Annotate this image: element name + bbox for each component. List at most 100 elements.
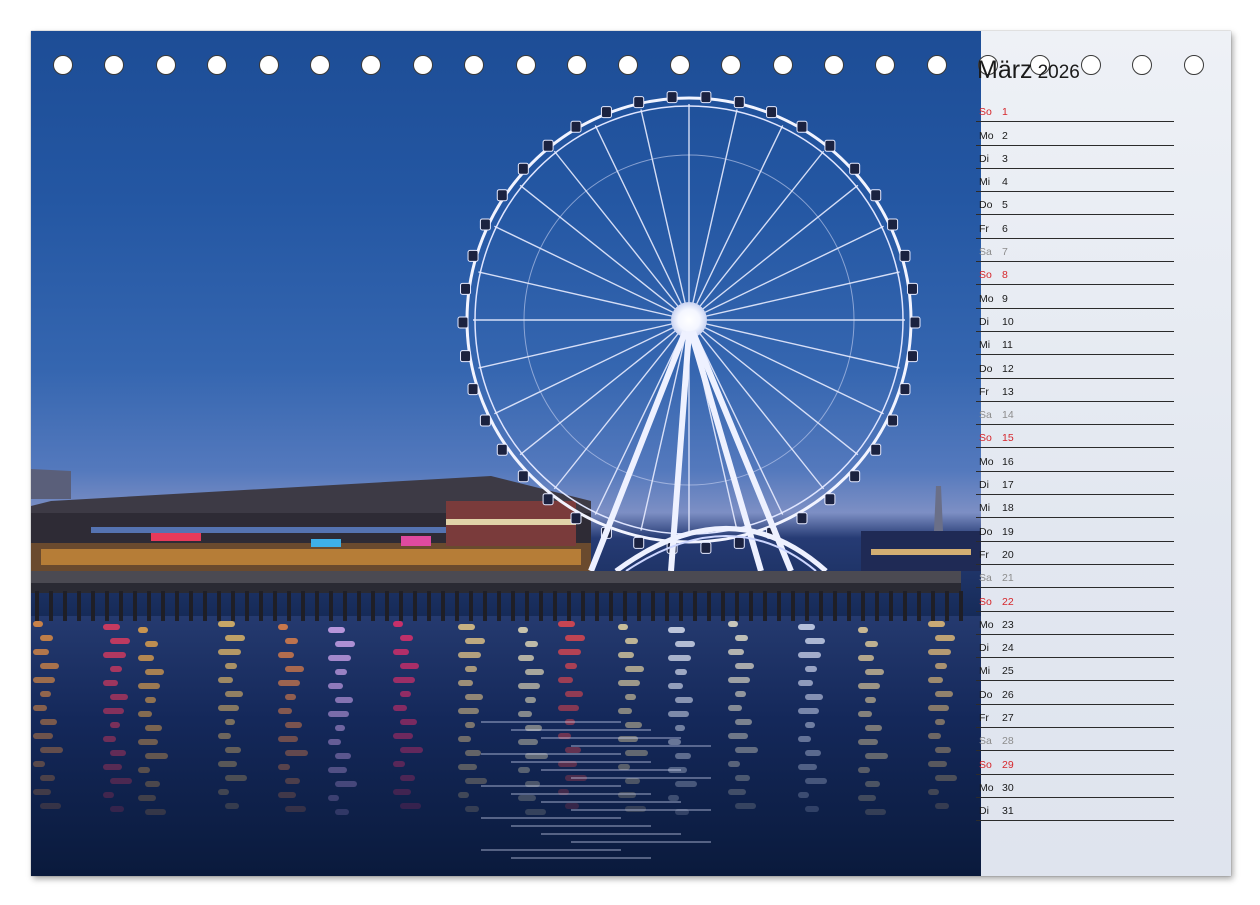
- day-number: 8: [1002, 269, 1008, 282]
- day-list: So 1 Mo 2 Di 3 Mi 4 Do 5 Fr 6 Sa 7 So 8 Mo 9 Di 10 Mi 11 Do 12 F…: [976, 99, 1174, 822]
- day-row: Mi 11: [976, 332, 1174, 356]
- day-number: 22: [1002, 595, 1014, 608]
- day-row: Sa 28: [976, 728, 1174, 752]
- binding-hole: [618, 55, 639, 75]
- day-weekday: Di: [979, 315, 989, 328]
- day-number: 26: [1002, 688, 1014, 701]
- binding-hole: [772, 55, 793, 75]
- day-row: Fr 20: [976, 542, 1174, 565]
- day-row: Do 5: [976, 192, 1174, 216]
- binding-hole: [53, 55, 73, 75]
- binding-hole: [1183, 55, 1204, 75]
- month-name: März: [977, 56, 1033, 84]
- day-weekday: Mo: [979, 618, 994, 631]
- day-weekday: So: [979, 758, 992, 771]
- binding-hole: [1081, 55, 1101, 75]
- binding-hole: [669, 55, 690, 75]
- day-weekday: Di: [979, 805, 989, 818]
- day-row: So 15: [976, 425, 1174, 449]
- day-weekday: Sa: [979, 409, 992, 422]
- binding-hole: [515, 55, 536, 75]
- day-row: Do 12: [976, 355, 1174, 379]
- binding-hole: [1132, 55, 1153, 75]
- day-row: Mi 18: [976, 495, 1174, 519]
- day-number: 7: [1002, 246, 1008, 259]
- day-number: 1: [1002, 106, 1008, 119]
- day-number: 4: [1002, 176, 1008, 189]
- binding-hole: [824, 55, 844, 75]
- day-weekday: Do: [979, 362, 993, 375]
- day-weekday: Mi: [979, 176, 991, 189]
- binding-hole: [412, 55, 433, 75]
- day-number: 25: [1002, 665, 1014, 678]
- day-weekday: So: [979, 432, 992, 445]
- day-row: Sa 21: [976, 565, 1174, 589]
- day-weekday: Do: [979, 199, 993, 212]
- day-weekday: Di: [979, 642, 989, 655]
- day-row: Mi 4: [976, 169, 1174, 193]
- day-row: Mo 23: [976, 612, 1174, 635]
- day-row: Fr 13: [976, 379, 1174, 402]
- binding-hole: [361, 55, 382, 75]
- day-row: So 8: [976, 262, 1174, 286]
- day-number: 9: [1002, 292, 1008, 305]
- day-weekday: Do: [979, 688, 993, 701]
- day-weekday: Sa: [979, 572, 992, 585]
- day-number: 27: [1002, 712, 1014, 725]
- day-row: Di 10: [976, 309, 1174, 332]
- day-row: Mo 9: [976, 285, 1174, 309]
- day-number: 30: [1002, 781, 1014, 794]
- photo-ferris-wheel: [31, 31, 981, 876]
- day-row: So 22: [976, 588, 1174, 612]
- day-weekday: Mo: [979, 129, 994, 142]
- binding-hole: [567, 55, 587, 75]
- day-number: 12: [1002, 362, 1014, 375]
- day-weekday: Di: [979, 479, 989, 492]
- day-row: Mi 25: [976, 658, 1174, 682]
- day-row: Di 17: [976, 472, 1174, 496]
- day-number: 24: [1002, 642, 1014, 655]
- day-row: So 29: [976, 751, 1174, 775]
- binding-hole: [721, 55, 742, 75]
- day-row: Do 19: [976, 518, 1174, 542]
- day-weekday: Fr: [979, 712, 989, 725]
- day-number: 6: [1002, 222, 1008, 235]
- day-weekday: Sa: [979, 735, 992, 748]
- day-row: Mo 16: [976, 448, 1174, 472]
- pier-pilings: [31, 571, 963, 621]
- day-weekday: Do: [979, 525, 993, 538]
- day-number: 18: [1002, 502, 1014, 515]
- day-number: 21: [1002, 572, 1014, 585]
- day-row: Mo 30: [976, 775, 1174, 798]
- day-row: Di 31: [976, 798, 1174, 822]
- month-year: 2026: [1037, 62, 1080, 83]
- day-row: Fr 6: [976, 215, 1174, 239]
- day-weekday: Sa: [979, 246, 992, 259]
- day-weekday: Fr: [979, 385, 989, 398]
- scene-illustration: [31, 91, 981, 876]
- day-row: Mo 2: [976, 122, 1174, 146]
- day-weekday: Mi: [979, 665, 991, 678]
- day-number: 3: [1002, 152, 1008, 165]
- day-weekday: Mi: [979, 339, 991, 352]
- day-row: Fr 27: [976, 705, 1174, 729]
- day-weekday: Mi: [979, 502, 991, 515]
- day-number: 19: [1002, 525, 1014, 538]
- binding-hole: [207, 55, 228, 75]
- day-number: 17: [1002, 479, 1014, 492]
- day-row: Sa 14: [976, 402, 1174, 426]
- day-weekday: Mo: [979, 292, 994, 305]
- day-row: Di 3: [976, 146, 1174, 169]
- day-weekday: Mo: [979, 455, 994, 468]
- day-weekday: So: [979, 106, 992, 119]
- day-row: Do 26: [976, 681, 1174, 705]
- day-weekday: So: [979, 269, 992, 282]
- water-surface: [31, 616, 981, 876]
- day-number: 10: [1002, 315, 1014, 328]
- binding-hole: [104, 55, 125, 75]
- day-number: 31: [1002, 805, 1014, 818]
- day-number: 14: [1002, 409, 1014, 422]
- day-number: 16: [1002, 455, 1014, 468]
- day-number: 11: [1002, 339, 1013, 352]
- month-title: März 2026: [977, 56, 1080, 85]
